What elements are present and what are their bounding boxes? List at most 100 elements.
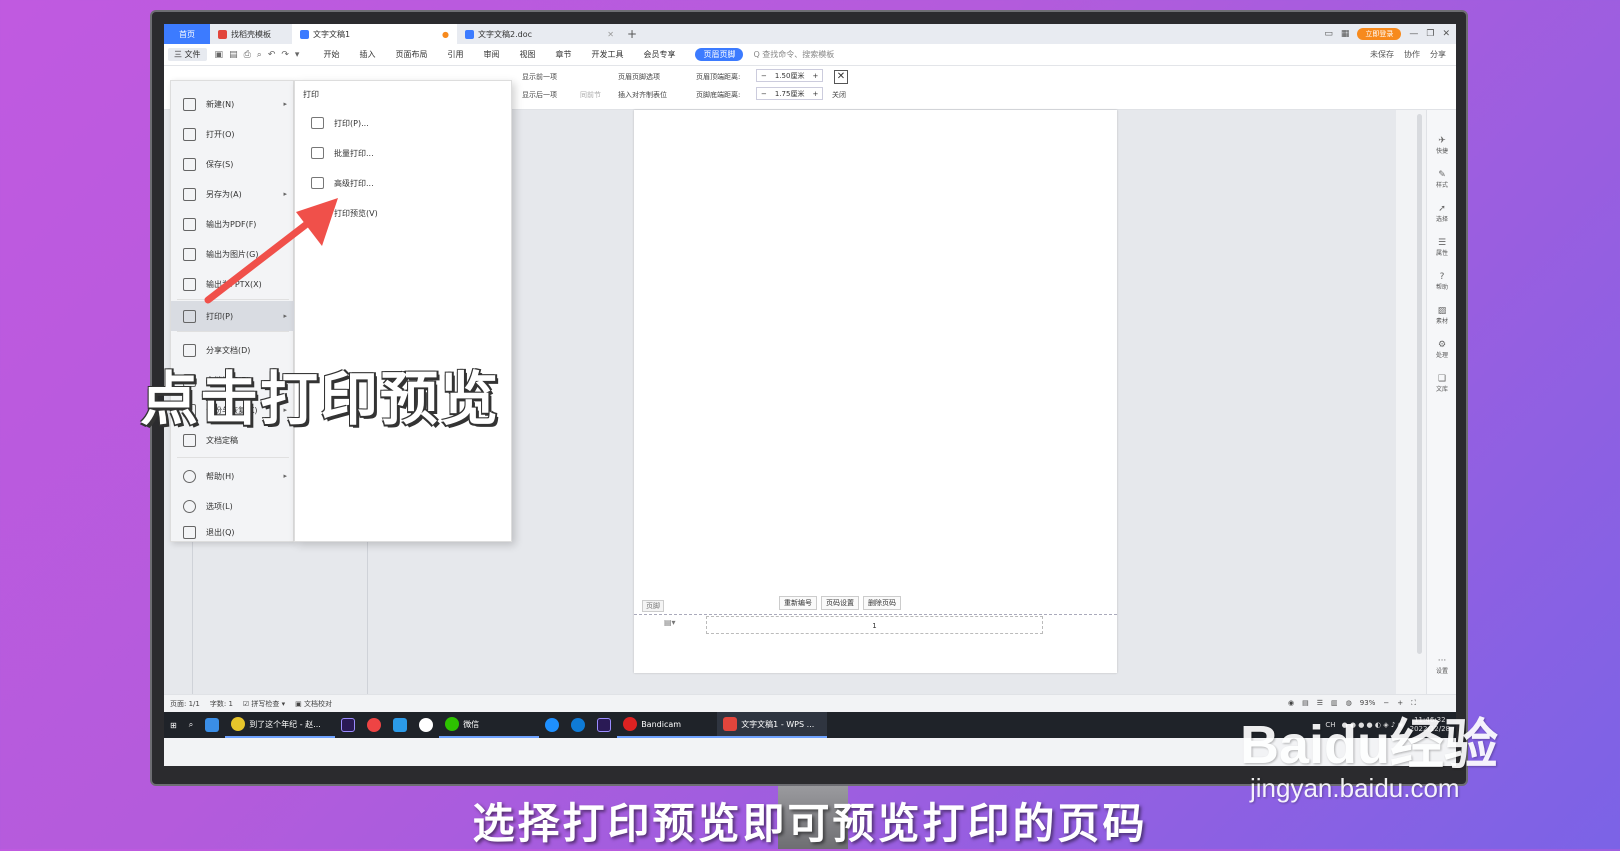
taskbar-label: Bandicam [641,719,682,729]
preview-icon[interactable]: ⌕ [257,50,262,60]
close-hf-button[interactable]: 关闭 [832,90,846,100]
sidebar-label: 选择 [1435,216,1448,223]
footer-page-number-box[interactable]: 1 [706,616,1043,634]
decrement-icon[interactable]: − [757,72,771,80]
bottom-distance-stepper[interactable]: − 1.75厘米 + [756,87,824,100]
page-number-settings-button[interactable]: 页码设置 [821,596,859,610]
print-icon[interactable]: ⎙ [244,50,251,60]
document-page[interactable] [634,110,1117,673]
menu-divider [177,331,289,332]
chrome-icon[interactable] [361,712,387,738]
chevron-right-icon: ▸ [283,312,287,320]
undo-icon[interactable]: ↶ [268,50,276,60]
baidu-jingyan-watermark: Baidu经验 jingyan.baidu.com [1240,700,1498,804]
bottom-distance-value[interactable]: 1.75厘米 [771,89,809,99]
tab-member[interactable]: 会员专享 [633,49,685,60]
quick-tool[interactable]: ✈ 快捷 [1427,136,1456,155]
search-icon[interactable]: ⌕ [183,712,199,738]
top-distance-value[interactable]: 1.50厘米 [771,71,809,81]
renumber-button[interactable]: 重新编号 [779,596,817,610]
restore-icon[interactable]: ❐ [1426,29,1434,39]
ie-icon[interactable] [539,712,565,738]
save-icon[interactable]: ▣ [215,50,224,60]
property-tool[interactable]: ☰ 属性 [1427,238,1456,257]
dots-icon: ··· [1437,656,1447,666]
taskbar-wps[interactable]: 文字文稿1 - WPS ... [717,712,828,738]
menu-item-exit[interactable]: 退出(Q) [171,521,295,543]
tab-doc1[interactable]: 文字文稿1 ● [292,24,457,44]
more-icon[interactable]: ▾ [295,50,300,60]
tab-reference[interactable]: 引用 [437,49,473,60]
settings-tool[interactable]: ··· 设置 [1427,656,1456,675]
hf-options-button[interactable]: 页眉页脚选项 [618,72,660,82]
command-search[interactable]: Q 查找命令、搜索模板 [753,49,834,60]
show-next-button[interactable]: 显示后一项 [522,90,557,100]
taskbar-wechat[interactable]: 微信 [439,712,540,738]
new-tab-button[interactable]: + [622,27,642,41]
top-distance-stepper[interactable]: − 1.50厘米 + [756,69,824,82]
tab-section[interactable]: 章节 [545,49,581,60]
menu-item-new[interactable]: 新建(N) ▸ [171,89,295,119]
premiere-icon[interactable] [335,712,361,738]
close-tab-icon[interactable]: ✕ [607,30,614,39]
tab-doc2[interactable]: 文字文稿2.doc ✕ [457,24,622,44]
footer-doc-icon[interactable]: ▤▾ [664,618,676,627]
taskbar-bandicam[interactable]: Bandicam [617,712,718,738]
login-button[interactable]: 立即登录 [1357,28,1402,40]
menu-item-save[interactable]: 保存(S) [171,149,295,179]
delete-page-number-button[interactable]: 删除页码 [863,596,901,610]
menu-item-help[interactable]: 帮助(H) ▸ [171,461,295,491]
increment-icon[interactable]: + [808,72,822,80]
tab-home[interactable]: 首页 [164,24,210,44]
share-button[interactable]: 分享 [1430,49,1446,60]
material-tool[interactable]: ▨ 素材 [1427,306,1456,325]
layout-icon[interactable]: ▭ [1324,29,1333,39]
increment-icon[interactable]: + [808,90,822,98]
taskbar-music-app[interactable]: 到了这个年纪 - 赵... [225,712,336,738]
show-prev-button[interactable]: 显示前一项 [522,72,557,82]
grid-icon[interactable]: ▦ [1341,29,1350,39]
tab-header-footer[interactable]: 页眉页脚 [695,48,744,61]
collaborate-button[interactable]: 协作 [1404,49,1420,60]
qq-icon[interactable] [413,712,439,738]
style-tool[interactable]: ✎ 样式 [1427,170,1456,189]
same-as-prev-button[interactable]: 同前节 [580,90,601,100]
tab-layout[interactable]: 页面布局 [385,49,437,60]
premiere-icon[interactable] [591,712,617,738]
select-tool[interactable]: ➚ 选择 [1427,204,1456,223]
spell-check-toggle[interactable]: ☑ 拼写检查 ▾ [243,699,285,709]
menu-item-open[interactable]: 打开(O) [171,119,295,149]
tab-template[interactable]: 找稻壳模板 [210,24,292,44]
vertical-scrollbar[interactable] [1417,114,1422,654]
file-menu-button[interactable]: 三 文件 [168,48,207,61]
tab-insert[interactable]: 插入 [349,49,385,60]
app-q-icon[interactable] [387,712,413,738]
taskbar-label: 到了这个年纪 - 赵... [249,719,321,729]
insert-tab-stop-button[interactable]: 插入对齐制表位 [618,90,667,100]
word-count[interactable]: 字数: 1 [210,699,233,709]
tab-review[interactable]: 审阅 [473,49,509,60]
sidebar-label: 文库 [1435,386,1448,393]
close-hf-icon[interactable]: ✕ [834,70,848,84]
tab-developer[interactable]: 开发工具 [581,49,633,60]
redo-icon[interactable]: ↷ [281,50,289,60]
menu-item-options[interactable]: 选项(L) [171,491,295,521]
batch-print-item[interactable]: 批量打印... [311,141,374,165]
close-window-icon[interactable]: ✕ [1442,29,1450,39]
start-button[interactable]: ⊞ [164,712,183,738]
proofread-button[interactable]: ▣ 文档校对 [295,699,332,709]
save-as-icon [183,187,196,201]
decrement-icon[interactable]: − [757,90,771,98]
help-tool[interactable]: ? 帮助 [1427,272,1456,291]
process-tool[interactable]: ⚙ 处理 [1427,340,1456,359]
export-icon[interactable]: ▤ [229,50,238,60]
tab-view[interactable]: 视图 [509,49,545,60]
print-item[interactable]: 打印(P)... [311,111,369,135]
photos-icon[interactable] [199,712,225,738]
unsaved-status[interactable]: 未保存 [1370,49,1394,60]
edge-icon[interactable] [565,712,591,738]
library-tool[interactable]: ❑ 文库 [1427,374,1456,393]
tab-start[interactable]: 开始 [313,49,349,60]
submenu-title: 打印 [303,90,319,99]
minimize-icon[interactable]: — [1409,29,1418,39]
